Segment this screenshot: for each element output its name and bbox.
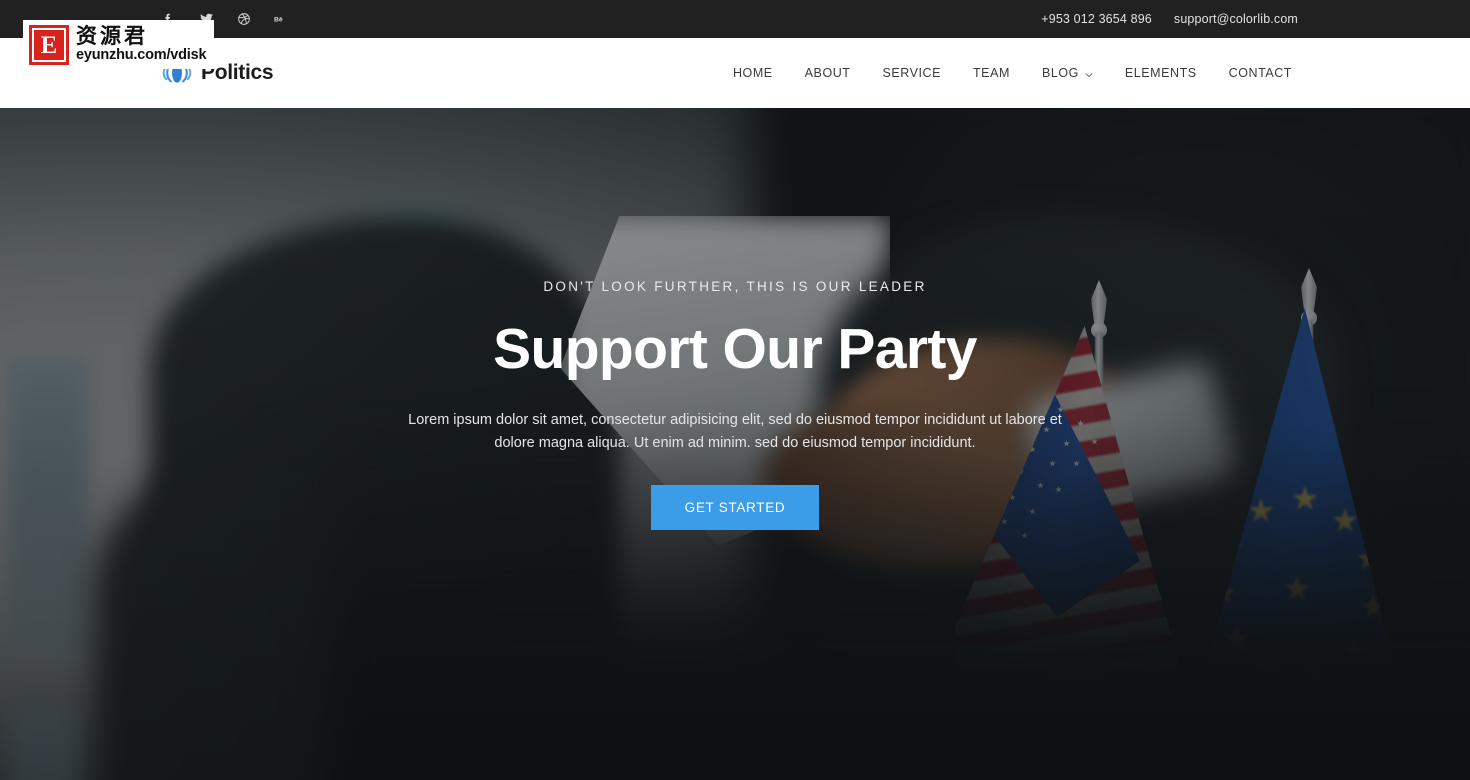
- nav-label: ABOUT: [804, 66, 851, 80]
- page-root: Bē +953 012 3654 896 support@colorlib.co…: [0, 0, 1470, 780]
- watermark-logo-icon: E: [29, 25, 69, 65]
- nav-item-elements[interactable]: ELEMENTS: [1109, 60, 1213, 86]
- nav-label: TEAM: [973, 66, 1010, 80]
- chevron-down-icon: [1085, 68, 1093, 78]
- watermark-logo-letter: E: [32, 28, 66, 62]
- nav-label: BLOG: [1041, 66, 1079, 80]
- nav-item-about[interactable]: ABOUT: [789, 60, 867, 86]
- phone-number[interactable]: +953 012 3654 896: [1041, 12, 1152, 26]
- contact-info: +953 012 3654 896 support@colorlib.com: [1041, 12, 1298, 26]
- nav-label: CONTACT: [1228, 66, 1292, 80]
- get-started-button[interactable]: GET STARTED: [650, 484, 820, 531]
- svg-text:Bē: Bē: [274, 16, 283, 23]
- nav-item-team[interactable]: TEAM: [957, 60, 1026, 86]
- hero-eyebrow: DON'T LOOK FURTHER, THIS IS OUR LEADER: [543, 279, 927, 294]
- nav-label: HOME: [732, 66, 773, 80]
- nav-label: SERVICE: [882, 66, 941, 80]
- hero-section: DON'T LOOK FURTHER, THIS IS OUR LEADER S…: [0, 108, 1470, 780]
- hero-title: Support Our Party: [493, 317, 977, 381]
- nav-item-blog[interactable]: BLOG: [1026, 60, 1109, 86]
- watermark-url: eyunzhu.com/vdisk: [76, 47, 207, 64]
- watermark-overlay: E 资源君 eyunzhu.com/vdisk: [23, 20, 215, 69]
- hero-content: DON'T LOOK FURTHER, THIS IS OUR LEADER S…: [0, 108, 1470, 780]
- watermark-text: 资源君 eyunzhu.com/vdisk: [76, 24, 207, 64]
- site-header: Politics HOME ABOUT SERVICE TEAM BLOG EL…: [0, 38, 1470, 108]
- nav-item-service[interactable]: SERVICE: [866, 60, 957, 86]
- email-address[interactable]: support@colorlib.com: [1174, 12, 1298, 26]
- nav-item-home[interactable]: HOME: [717, 60, 789, 86]
- nav-item-contact[interactable]: CONTACT: [1213, 60, 1308, 86]
- nav-label: ELEMENTS: [1124, 66, 1197, 80]
- behance-icon[interactable]: Bē: [274, 11, 290, 27]
- top-bar: Bē +953 012 3654 896 support@colorlib.co…: [0, 0, 1470, 38]
- main-navigation: HOME ABOUT SERVICE TEAM BLOG ELEMENTS CO…: [717, 60, 1308, 86]
- hero-description: Lorem ipsum dolor sit amet, consectetur …: [408, 411, 1062, 451]
- watermark-chinese-text: 资源君: [76, 24, 148, 48]
- dribbble-icon[interactable]: [236, 11, 252, 27]
